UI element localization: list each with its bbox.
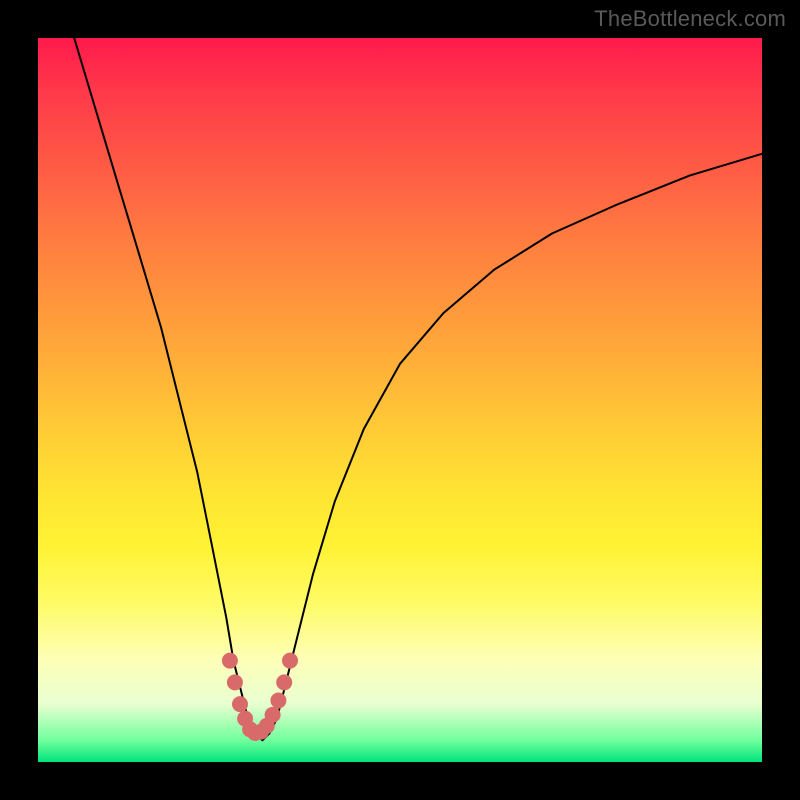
- marker-dot: [232, 696, 248, 712]
- marker-dot: [265, 707, 281, 723]
- main-curve: [74, 38, 762, 740]
- marker-dot: [270, 693, 286, 709]
- chart-frame: TheBottleneck.com: [0, 0, 800, 800]
- plot-area: [38, 38, 762, 762]
- chart-svg: [38, 38, 762, 762]
- watermark-text: TheBottleneck.com: [594, 6, 786, 32]
- marker-dot: [222, 653, 238, 669]
- marker-dots-group: [222, 653, 298, 741]
- marker-dot: [227, 674, 243, 690]
- marker-dot: [276, 674, 292, 690]
- marker-dot: [282, 653, 298, 669]
